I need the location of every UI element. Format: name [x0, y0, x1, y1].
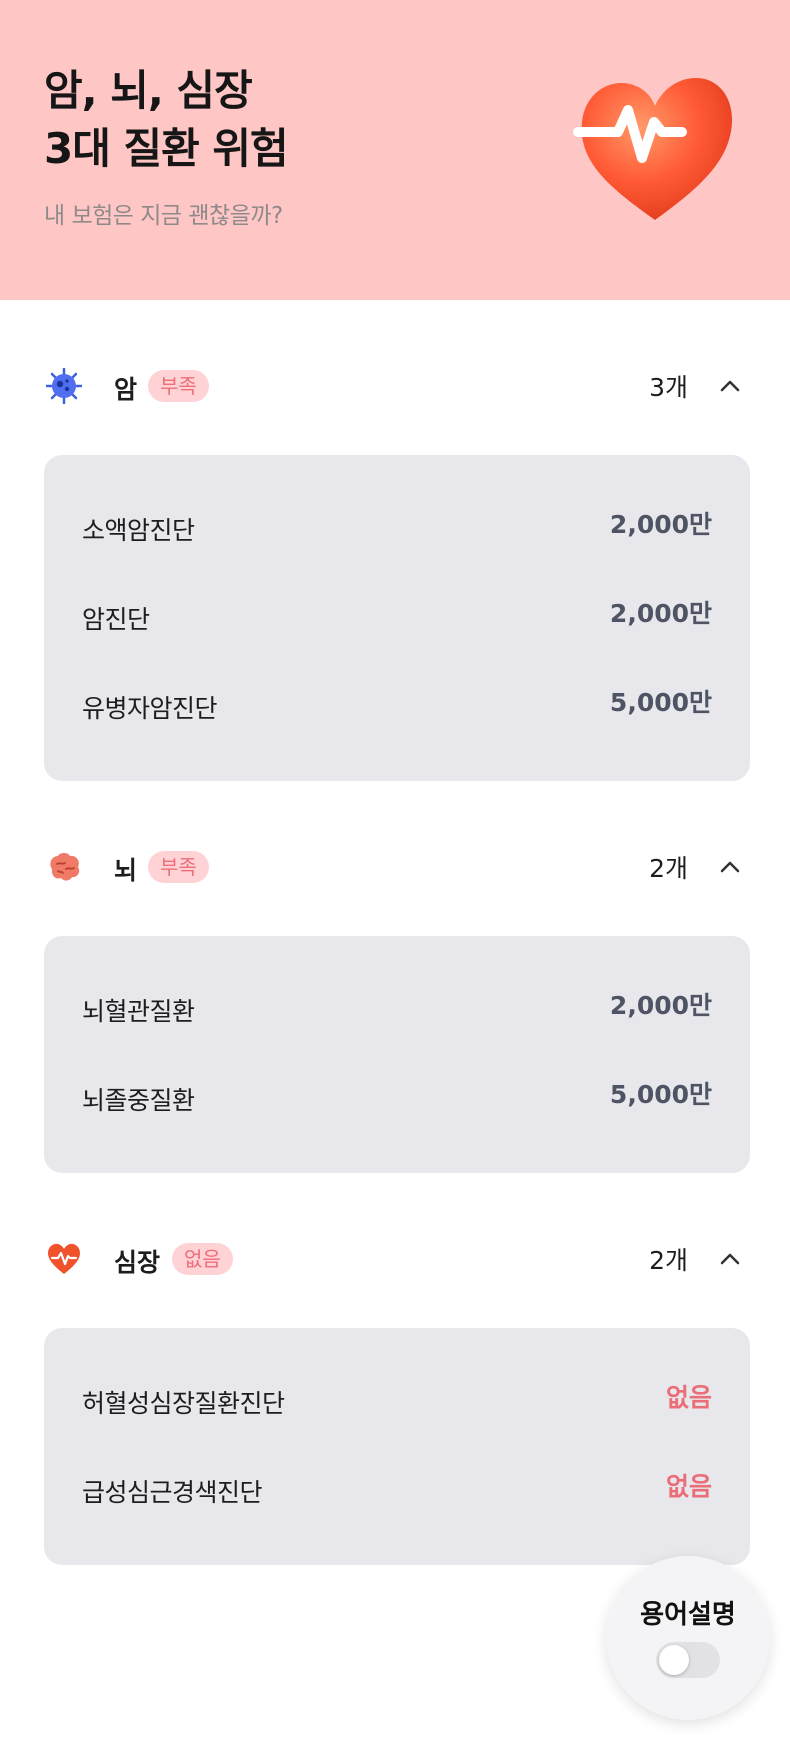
section-name: 심장 [114, 1248, 161, 1277]
page-subtitle: 내 보험은 지금 괜찮을까? [44, 203, 283, 229]
section-header-heart[interactable]: 심장 없음 2개 [44, 1233, 750, 1283]
glossary-label: 용어설명 [640, 1600, 736, 1630]
coverage-label: 유병자암진단 [82, 694, 218, 723]
glossary-toggle-panel: 용어설명 [606, 1556, 770, 1720]
status-badge: 부족 [148, 851, 209, 883]
header-banner: 암, 뇌, 심장 3대 질환 위험 내 보험은 지금 괜찮을까? [0, 0, 790, 300]
coverage-amount: 2,000만 [609, 599, 712, 628]
list-item: 뇌혈관질환 2,000만 [82, 986, 712, 1026]
coverage-amount: 없음 [665, 1383, 712, 1412]
coverage-label: 급성심근경색진단 [82, 1478, 263, 1507]
coverage-amount: 5,000만 [609, 1080, 712, 1109]
chevron-up-icon[interactable] [710, 1239, 750, 1279]
coverage-amount: 2,000만 [609, 991, 712, 1020]
section-name: 뇌 [114, 856, 138, 885]
coverage-amount: 2,000만 [609, 510, 712, 539]
page: 암, 뇌, 심장 3대 질환 위험 내 보험은 지금 괜찮을까? 암 부족 3개… [0, 0, 790, 1740]
coverage-label: 허혈성심장질환진단 [82, 1389, 285, 1418]
list-item: 암진단 2,000만 [82, 594, 712, 634]
heart-icon [48, 1243, 80, 1274]
coverage-label: 뇌혈관질환 [82, 997, 195, 1026]
list-item: 유병자암진단 5,000만 [82, 683, 712, 723]
coverage-count: 2개 [649, 1246, 688, 1275]
coverage-card-brain: 뇌혈관질환 2,000만 뇌졸중질환 5,000만 [44, 936, 750, 1173]
coverage-card-cancer: 소액암진단 2,000만 암진단 2,000만 유병자암진단 5,000만 [44, 455, 750, 781]
list-item: 소액암진단 2,000만 [82, 505, 712, 545]
coverage-amount: 5,000만 [609, 688, 712, 717]
heart-pulse-icon [573, 78, 733, 220]
chevron-up-icon[interactable] [710, 366, 750, 406]
toggle-knob [659, 1645, 689, 1675]
status-badge: 부족 [148, 370, 209, 402]
coverage-count: 3개 [649, 373, 688, 402]
chevron-up-icon[interactable] [710, 847, 750, 887]
section-header-cancer[interactable]: 암 부족 3개 [44, 360, 750, 410]
status-badge: 없음 [172, 1243, 233, 1275]
brain-icon [50, 853, 80, 881]
coverage-label: 소액암진단 [82, 516, 195, 545]
page-title: 암, 뇌, 심장 3대 질환 위험 [44, 66, 289, 173]
coverage-amount: 없음 [665, 1472, 712, 1501]
coverage-card-heart: 허혈성심장질환진단 없음 급성심근경색진단 없음 [44, 1328, 750, 1565]
section-name: 암 [114, 375, 138, 404]
list-item: 급성심근경색진단 없음 [82, 1467, 712, 1507]
cancer-cell-icon [46, 368, 82, 404]
coverage-label: 암진단 [82, 605, 150, 634]
glossary-toggle[interactable] [656, 1642, 720, 1678]
coverage-count: 2개 [649, 854, 688, 883]
list-item: 허혈성심장질환진단 없음 [82, 1378, 712, 1418]
section-header-brain[interactable]: 뇌 부족 2개 [44, 841, 750, 891]
coverage-label: 뇌졸중질환 [82, 1086, 195, 1115]
list-item: 뇌졸중질환 5,000만 [82, 1075, 712, 1115]
